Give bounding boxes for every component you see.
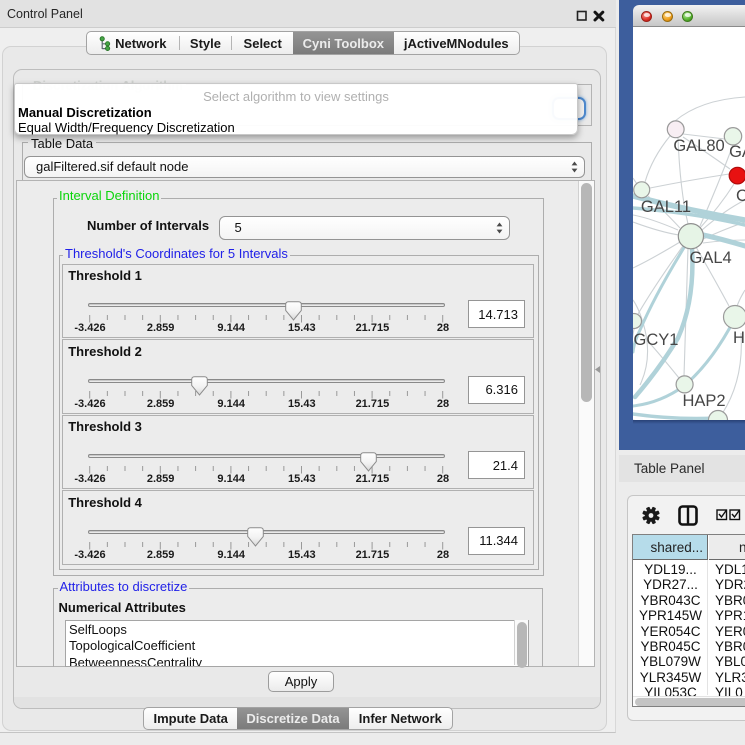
svg-text:GA: GA <box>729 143 745 161</box>
svg-text:GAL4: GAL4 <box>689 249 731 267</box>
svg-text:C: C <box>736 187 745 205</box>
svg-text:GAL80: GAL80 <box>673 137 724 155</box>
svg-text:H: H <box>733 329 745 347</box>
svg-text:HAP2: HAP2 <box>682 392 725 410</box>
svg-text:GCY1: GCY1 <box>634 331 679 349</box>
svg-text:GAL11: GAL11 <box>641 198 691 216</box>
